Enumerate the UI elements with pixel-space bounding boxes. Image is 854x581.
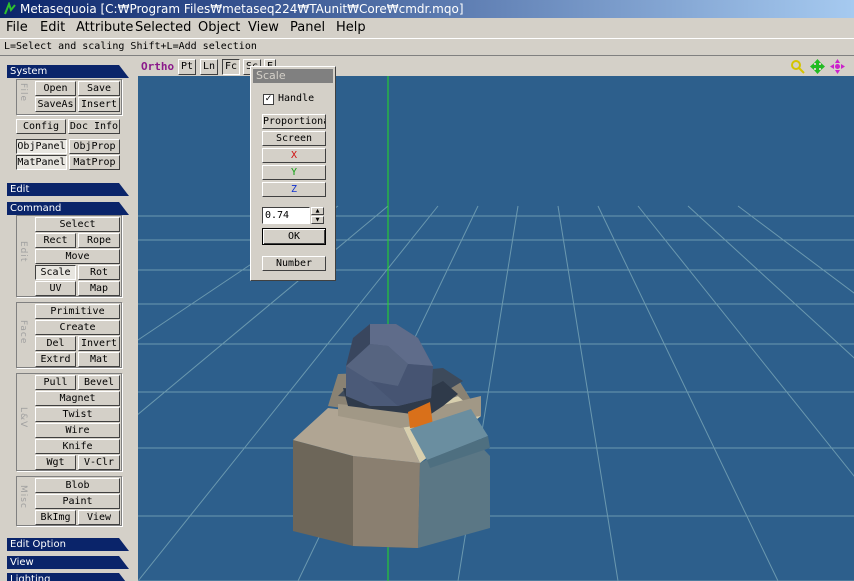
menu-selected[interactable]: Selected (135, 20, 191, 35)
primitive-button[interactable]: Primitive (35, 304, 120, 319)
vclr-button[interactable]: V-Clr (78, 455, 120, 470)
proportional-button[interactable]: Proportional (262, 114, 326, 129)
edit-group-label: Edit (18, 241, 28, 263)
create-button[interactable]: Create (35, 320, 120, 335)
point-mode-button[interactable]: Pt (178, 59, 196, 75)
section-edit[interactable]: Edit (7, 183, 129, 196)
knife-button[interactable]: Knife (35, 439, 120, 454)
file-group-label: File (18, 83, 28, 103)
z-axis-button[interactable]: Z (262, 182, 326, 197)
matpanel-button[interactable]: MatPanel (16, 155, 67, 170)
lv-group-label: L&V (18, 407, 28, 429)
menu-edit[interactable]: Edit (40, 20, 65, 35)
matprop-button[interactable]: MatProp (69, 155, 120, 170)
objpanel-button[interactable]: ObjPanel (16, 139, 67, 154)
objprop-button[interactable]: ObjProp (69, 139, 120, 154)
handle-checkbox[interactable]: ✓ (263, 94, 274, 105)
x-axis-button[interactable]: X (262, 148, 326, 163)
spin-up-button[interactable]: ▲ (311, 207, 324, 215)
uv-button[interactable]: UV (35, 281, 76, 296)
scale-dialog-title[interactable]: Scale (253, 69, 333, 83)
docinfo-button[interactable]: Doc Info (68, 119, 120, 134)
move-button[interactable]: Move (35, 249, 120, 264)
pan-icon[interactable] (810, 59, 825, 74)
config-button[interactable]: Config (16, 119, 66, 134)
section-view[interactable]: View (7, 556, 129, 569)
section-lighting[interactable]: Lighting (7, 573, 129, 581)
menu-view[interactable]: View (248, 20, 279, 35)
viewport-toolbar: Ortho Pt Ln Fc Sc E (138, 57, 854, 76)
misc-group-label: Misc (18, 485, 28, 509)
bkimg-button[interactable]: BkImg (35, 510, 76, 525)
line-mode-button[interactable]: Ln (200, 59, 218, 75)
save-button[interactable]: Save (78, 81, 120, 96)
menu-bar: File Edit Attribute Selected Object View… (0, 18, 854, 38)
menu-attribute[interactable]: Attribute (76, 20, 133, 35)
invert-button[interactable]: Invert (78, 336, 120, 351)
zoom-icon[interactable] (790, 59, 805, 74)
insert-button[interactable]: Insert (78, 97, 120, 112)
pull-button[interactable]: Pull (35, 375, 76, 390)
handle-label: Handle (278, 93, 315, 104)
3d-viewport[interactable] (138, 76, 854, 581)
scale-button[interactable]: Scale (35, 265, 76, 280)
wgt-button[interactable]: Wgt (35, 455, 76, 470)
rect-button[interactable]: Rect (35, 233, 76, 248)
saveas-button[interactable]: SaveAs (35, 97, 76, 112)
rope-button[interactable]: Rope (78, 233, 120, 248)
scale-dialog: Scale ✓ Handle Proportional Screen X Y Z… (250, 66, 336, 281)
rot-button[interactable]: Rot (78, 265, 120, 280)
status-hint: L=Select and scaling Shift+L=Add selecti… (0, 38, 854, 56)
twist-button[interactable]: Twist (35, 407, 120, 422)
map-button[interactable]: Map (78, 281, 120, 296)
bevel-button[interactable]: Bevel (78, 375, 120, 390)
section-edit-option[interactable]: Edit Option (7, 538, 129, 551)
title-bar: Metasequoia [C:₩Program Files₩metaseq224… (0, 0, 854, 18)
y-axis-button[interactable]: Y (262, 165, 326, 180)
menu-help[interactable]: Help (336, 20, 366, 35)
mat-button[interactable]: Mat (78, 352, 120, 367)
number-button[interactable]: Number (262, 256, 326, 271)
face-mode-button[interactable]: Fc (222, 59, 240, 75)
wire-button[interactable]: Wire (35, 423, 120, 438)
face-group-label: Face (18, 320, 28, 345)
scale-value-input[interactable]: 0.74 (262, 207, 310, 224)
del-button[interactable]: Del (35, 336, 76, 351)
rotate-icon[interactable] (830, 59, 845, 74)
command-panel: System File Open Save SaveAs Insert Conf… (0, 57, 137, 581)
projection-mode[interactable]: Ortho (141, 60, 174, 73)
blob-button[interactable]: Blob (35, 478, 120, 493)
ok-button[interactable]: OK (262, 228, 326, 245)
menu-file[interactable]: File (6, 20, 28, 35)
paint-button[interactable]: Paint (35, 494, 120, 509)
view-button[interactable]: View (78, 510, 120, 525)
menu-object[interactable]: Object (198, 20, 240, 35)
extrd-button[interactable]: Extrd (35, 352, 76, 367)
ground-grid (138, 205, 854, 581)
menu-panel[interactable]: Panel (290, 20, 325, 35)
3d-model[interactable] (293, 324, 490, 548)
open-button[interactable]: Open (35, 81, 76, 96)
magnet-button[interactable]: Magnet (35, 391, 120, 406)
spin-down-button[interactable]: ▼ (311, 216, 324, 224)
section-command[interactable]: Command (7, 202, 129, 215)
select-button[interactable]: Select (35, 217, 120, 232)
window-title: Metasequoia [C:₩Program Files₩metaseq224… (20, 2, 464, 16)
section-system[interactable]: System (7, 65, 129, 78)
screen-button[interactable]: Screen (262, 131, 326, 146)
viewport-scene (138, 76, 854, 581)
app-icon (4, 2, 16, 15)
